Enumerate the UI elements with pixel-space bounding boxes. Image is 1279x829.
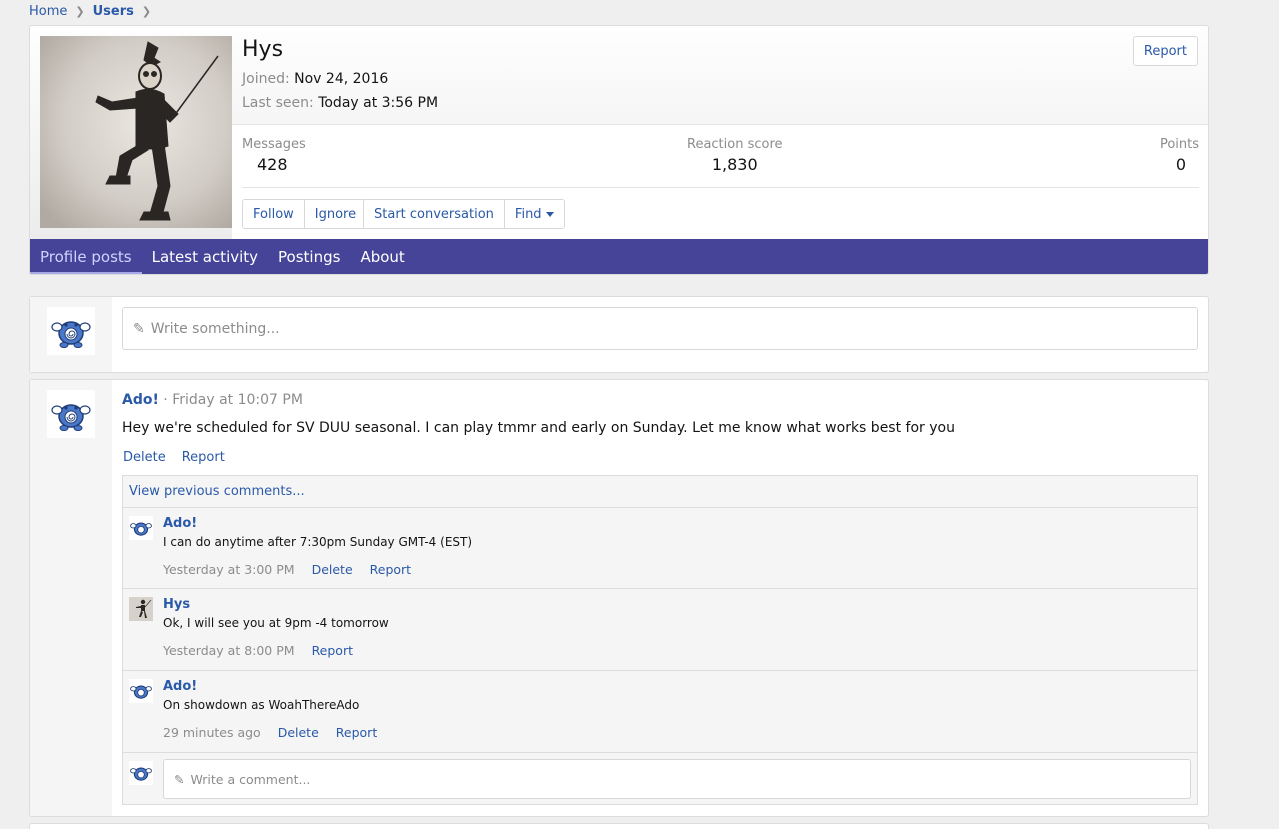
breadcrumb-users[interactable]: Users <box>93 4 134 19</box>
find-button[interactable]: Find <box>503 200 564 228</box>
stat-points-value[interactable]: 0 <box>1160 155 1186 174</box>
profile-username: Hys <box>242 37 284 62</box>
chevron-right-icon: ❯ <box>75 4 85 18</box>
comment-actions: Yesterday at 8:00 PM Report <box>163 643 353 658</box>
poliwrath-icon <box>130 685 152 699</box>
post-avatar-column <box>30 380 112 816</box>
comments-section: View previous comments... Ado! I can do … <box>122 475 1198 805</box>
stat-points: Points 0 <box>1160 137 1199 174</box>
ignore-button[interactable]: Ignore <box>303 200 367 228</box>
follow-button[interactable]: Follow <box>243 200 304 228</box>
comment-report-link[interactable]: Report <box>370 562 411 577</box>
next-post-card <box>29 823 1209 829</box>
profile-header: Hys Joined: Nov 24, 2016 Last seen: Toda… <box>29 25 1209 275</box>
stat-messages-value[interactable]: 428 <box>257 155 306 174</box>
tab-about[interactable]: About <box>350 239 414 274</box>
skeleton-figure-icon <box>129 597 153 621</box>
poliwrath-icon <box>130 767 152 781</box>
breadcrumb: Home ❯ Users ❯ <box>29 2 159 20</box>
profile-avatar[interactable] <box>40 36 232 228</box>
comment-item: Ado! I can do anytime after 7:30pm Sunda… <box>123 507 1197 588</box>
write-something-input[interactable]: ✎ Write something... <box>122 307 1198 350</box>
skeleton-figure-icon <box>40 36 232 228</box>
stat-messages-label: Messages <box>242 137 306 152</box>
post-report-link[interactable]: Report <box>182 450 225 465</box>
comment-timestamp[interactable]: Yesterday at 3:00 PM <box>163 562 295 577</box>
comment-item: Hys Ok, I will see you at 9pm -4 tomorro… <box>123 588 1197 670</box>
follow-ignore-group: Follow Ignore <box>242 199 368 229</box>
chevron-right-icon: ❯ <box>141 4 152 18</box>
comment-avatar[interactable] <box>129 597 153 621</box>
comment-report-link[interactable]: Report <box>336 725 377 740</box>
stat-reaction-label: Reaction score <box>687 137 783 152</box>
comment-avatar[interactable] <box>129 679 153 703</box>
current-user-avatar[interactable] <box>129 761 153 785</box>
post-timestamp[interactable]: Friday at 10:07 PM <box>172 392 303 408</box>
tab-postings[interactable]: Postings <box>268 239 350 274</box>
comment-report-link[interactable]: Report <box>312 643 353 658</box>
stat-points-label: Points <box>1159 137 1199 152</box>
report-profile-button[interactable]: Report <box>1132 36 1198 66</box>
comment-author-link[interactable]: Hys <box>163 597 190 612</box>
profile-post: Ado! · Friday at 10:07 PM Hey we're sche… <box>29 379 1209 817</box>
last-seen-line: Last seen: Today at 3:56 PM <box>242 95 438 111</box>
joined-label: Joined: <box>242 71 290 87</box>
post-body: Hey we're scheduled for SV DUU seasonal.… <box>122 420 955 436</box>
comment-actions: 29 minutes ago Delete Report <box>163 725 377 740</box>
stat-messages: Messages 428 <box>242 137 306 174</box>
start-conversation-button[interactable]: Start conversation <box>364 200 504 228</box>
post-separator: · <box>158 392 173 408</box>
post-author-link[interactable]: Ado! <box>122 392 159 408</box>
profile-tabs: Profile posts Latest activity Postings A… <box>30 239 1208 274</box>
post-author-avatar[interactable] <box>47 390 95 438</box>
comment-reply-row: ✎ Write a comment... <box>123 752 1197 805</box>
poliwrath-icon <box>51 404 91 431</box>
post-actions: Delete Report <box>123 450 225 465</box>
comment-actions: Yesterday at 3:00 PM Delete Report <box>163 562 411 577</box>
comment-delete-link[interactable]: Delete <box>312 562 353 577</box>
comment-text: Ok, I will see you at 9pm -4 tomorrow <box>163 616 389 630</box>
current-user-avatar[interactable] <box>47 307 95 355</box>
write-something-placeholder: Write something... <box>150 320 280 337</box>
stats-divider <box>242 187 1199 188</box>
comment-item: Ado! On showdown as WoahThereAdo 29 minu… <box>123 670 1197 752</box>
pencil-icon: ✎ <box>133 320 145 337</box>
comment-avatar[interactable] <box>129 516 153 540</box>
pencil-icon: ✎ <box>174 771 185 787</box>
comment-timestamp[interactable]: Yesterday at 8:00 PM <box>163 643 295 658</box>
find-button-label: Find <box>514 206 542 222</box>
profile-stats: Messages 428 Reaction score 1,830 Points… <box>232 124 1208 239</box>
write-comment-input[interactable]: ✎ Write a comment... <box>163 759 1191 799</box>
post-header: Ado! · Friday at 10:07 PM <box>122 392 303 408</box>
post-delete-link[interactable]: Delete <box>123 450 166 465</box>
conversation-find-group: Start conversation Find <box>363 199 565 229</box>
last-seen-value: Today at 3:56 PM <box>318 95 439 111</box>
poliwrath-icon <box>51 321 91 348</box>
comment-author-link[interactable]: Ado! <box>163 516 197 531</box>
joined-value: Nov 24, 2016 <box>294 71 389 87</box>
comment-author-link[interactable]: Ado! <box>163 679 197 694</box>
tab-profile-posts[interactable]: Profile posts <box>30 239 142 274</box>
comment-delete-link[interactable]: Delete <box>278 725 319 740</box>
comment-text: I can do anytime after 7:30pm Sunday GMT… <box>163 535 473 549</box>
tab-latest-activity[interactable]: Latest activity <box>142 239 268 274</box>
comment-timestamp[interactable]: 29 minutes ago <box>163 725 261 740</box>
stat-reaction: Reaction score 1,830 <box>687 137 783 174</box>
caret-down-icon <box>545 211 554 217</box>
poliwrath-icon <box>130 522 152 536</box>
last-seen-label: Last seen: <box>242 95 314 111</box>
comment-text: On showdown as WoahThereAdo <box>163 698 360 712</box>
stat-reaction-value[interactable]: 1,830 <box>687 155 783 174</box>
view-previous-comments-link[interactable]: View previous comments... <box>129 484 305 499</box>
joined-line: Joined: Nov 24, 2016 <box>242 71 388 87</box>
profile-post-composer: ✎ Write something... <box>29 296 1209 373</box>
write-comment-placeholder: Write a comment... <box>190 771 311 787</box>
breadcrumb-home[interactable]: Home <box>29 4 67 19</box>
